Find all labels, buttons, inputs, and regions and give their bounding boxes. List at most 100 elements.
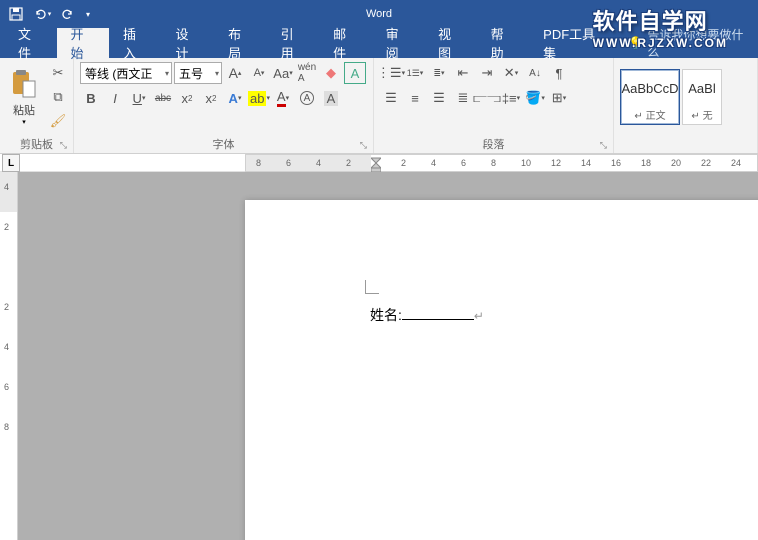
align-left-icon: ☰ [385, 90, 397, 106]
strike-button[interactable]: abc [152, 87, 174, 109]
inc-indent-button[interactable]: ⇥ [476, 62, 498, 84]
group-label-clipboard: 剪贴板 ⤡ [4, 134, 69, 153]
pilcrow-icon: ¶ [556, 66, 563, 81]
grow-font-button[interactable]: A▴ [224, 62, 246, 84]
paragraph-mark-icon: ↵ [474, 309, 484, 323]
sort-icon: A↓ [529, 68, 541, 79]
change-case-button[interactable]: Aa▾ [272, 62, 294, 84]
tab-home[interactable]: 开始 [57, 28, 110, 58]
highlight-icon: ab [248, 91, 266, 106]
group-font: 等线 (西文正▾ 五号▾ A▴ A▾ Aa▾ wénA ◆ A B I U▾ a… [74, 58, 374, 153]
tab-pdf[interactable]: PDF工具集 [529, 28, 618, 58]
numbering-icon: 1☰ [407, 68, 420, 79]
borders-button[interactable]: ⊞▾ [548, 87, 570, 109]
superscript-button[interactable]: x2 [200, 87, 222, 109]
italic-button[interactable]: I [104, 87, 126, 109]
style-normal[interactable]: AaBbCcD ↵ 正文 [620, 69, 680, 125]
horizontal-ruler[interactable]: 8 6 4 2 2 4 6 8 10 12 14 16 18 20 22 24 [245, 154, 758, 172]
paste-icon [8, 68, 40, 100]
copy-button[interactable]: ⧉ [47, 86, 69, 108]
font-color-button[interactable]: A▾ [272, 87, 294, 109]
bullets-icon: ⋮☰ [377, 65, 402, 81]
cut-button[interactable]: ✂ [47, 62, 69, 84]
undo-button[interactable]: ▾ [30, 2, 54, 26]
group-label-paragraph: 段落 ⤡ [378, 134, 609, 153]
align-left-button[interactable]: ☰ [380, 87, 402, 109]
tab-mailings[interactable]: 邮件 [319, 28, 372, 58]
align-right-button[interactable]: ☰ [428, 87, 450, 109]
multilevel-button[interactable]: ≣▾ [428, 62, 450, 84]
group-label-font: 字体 ⤡ [78, 134, 369, 153]
inc-indent-icon: ⇥ [482, 65, 493, 81]
tab-view[interactable]: 视图 [424, 28, 477, 58]
bold-button[interactable]: B [80, 87, 102, 109]
document-text[interactable]: 姓名:↵ [370, 305, 484, 325]
tab-insert[interactable]: 插入 [109, 28, 162, 58]
phonetic-icon: wénA [298, 62, 316, 84]
redo-button[interactable] [56, 2, 80, 26]
paragraph-launcher[interactable]: ⤡ [600, 140, 607, 151]
subscript-button[interactable]: x2 [176, 87, 198, 109]
bullets-button[interactable]: ⋮☰▾ [380, 62, 402, 84]
circled-char-button[interactable]: A [296, 87, 318, 109]
border-icon: ⊞ [552, 90, 563, 106]
tab-design[interactable]: 设计 [162, 28, 215, 58]
dec-indent-icon: ⇤ [458, 65, 469, 81]
shading-button[interactable]: 🪣▾ [524, 87, 546, 109]
tab-help[interactable]: 帮助 [477, 28, 530, 58]
underline-button[interactable]: U▾ [128, 87, 150, 109]
align-right-icon: ☰ [433, 90, 445, 106]
char-border-button[interactable]: A [344, 62, 366, 84]
clipboard-launcher[interactable]: ⤡ [60, 140, 67, 151]
spacing-icon: ‡≡ [502, 91, 517, 106]
qat-customize-button[interactable]: ▾ [82, 2, 94, 26]
show-marks-button[interactable]: ¶ [548, 62, 570, 84]
style-nospacing[interactable]: AaBl ↵ 无 [682, 69, 722, 125]
group-clipboard: 粘贴 ▾ ✂ ⧉ 🖌 剪贴板 ⤡ [0, 58, 74, 153]
align-center-button[interactable]: ≡ [404, 87, 426, 109]
lightbulb-icon: 💡 [628, 36, 643, 50]
align-justify-icon: ≣ [458, 90, 469, 106]
document-area[interactable]: 姓名:↵ [18, 172, 758, 540]
ribbon-tabs: 文件 开始 插入 设计 布局 引用 邮件 审阅 视图 帮助 PDF工具集 💡 告… [0, 28, 758, 58]
page[interactable]: 姓名:↵ [245, 200, 758, 540]
numbering-button[interactable]: 1☰▾ [404, 62, 426, 84]
tab-file[interactable]: 文件 [4, 28, 57, 58]
scissors-icon: ✂ [53, 65, 64, 81]
bucket-icon: 🪣 [525, 90, 541, 106]
font-size-combo[interactable]: 五号▾ [174, 62, 222, 84]
align-dist-icon: ⫍⫎ [473, 90, 501, 106]
group-styles: AaBbCcD ↵ 正文 AaBl ↵ 无 样式 [614, 58, 758, 153]
tab-review[interactable]: 审阅 [372, 28, 425, 58]
font-launcher[interactable]: ⤡ [360, 140, 367, 151]
save-button[interactable] [4, 2, 28, 26]
tab-selector[interactable]: L [2, 154, 20, 172]
multilevel-icon: ≣ [433, 68, 441, 79]
ltr-button[interactable]: ✕▾ [500, 62, 522, 84]
tell-me-search[interactable]: 💡 告诉我你想要做什么 [618, 28, 758, 58]
phonetic-guide-button[interactable]: wénA [296, 62, 318, 84]
vertical-ruler[interactable]: 4 2 2 4 6 8 [0, 172, 18, 540]
paste-button[interactable]: 粘贴 ▾ [4, 66, 44, 128]
shrink-font-button[interactable]: A▾ [248, 62, 270, 84]
indent-marker-icon[interactable] [371, 154, 381, 172]
dec-indent-button[interactable]: ⇤ [452, 62, 474, 84]
format-painter-button[interactable]: 🖌 [47, 110, 69, 132]
tab-references[interactable]: 引用 [267, 28, 320, 58]
tab-layout[interactable]: 布局 [214, 28, 267, 58]
horizontal-ruler-area: L 8 6 4 2 2 4 6 8 10 12 14 16 18 20 22 2… [0, 154, 758, 172]
text-effects-button[interactable]: A▾ [224, 87, 246, 109]
align-dist-button[interactable]: ⫍⫎ [476, 87, 498, 109]
line-spacing-button[interactable]: ‡≡▾ [500, 87, 522, 109]
quick-access-toolbar: ▾ ▾ [4, 2, 94, 26]
eraser-icon: ◆ [326, 65, 336, 81]
ltr-icon: ✕ [504, 65, 515, 81]
underline-fill [402, 319, 474, 320]
font-name-combo[interactable]: 等线 (西文正▾ [80, 62, 172, 84]
clear-format-button[interactable]: ◆ [320, 62, 342, 84]
align-justify-button[interactable]: ≣ [452, 87, 474, 109]
char-shade-button[interactable]: A [320, 87, 342, 109]
group-paragraph: ⋮☰▾ 1☰▾ ≣▾ ⇤ ⇥ ✕▾ A↓ ¶ ☰ ≡ ☰ ≣ ⫍⫎ ‡≡▾ 🪣▾… [374, 58, 614, 153]
sort-button[interactable]: A↓ [524, 62, 546, 84]
highlight-button[interactable]: ab▾ [248, 87, 270, 109]
